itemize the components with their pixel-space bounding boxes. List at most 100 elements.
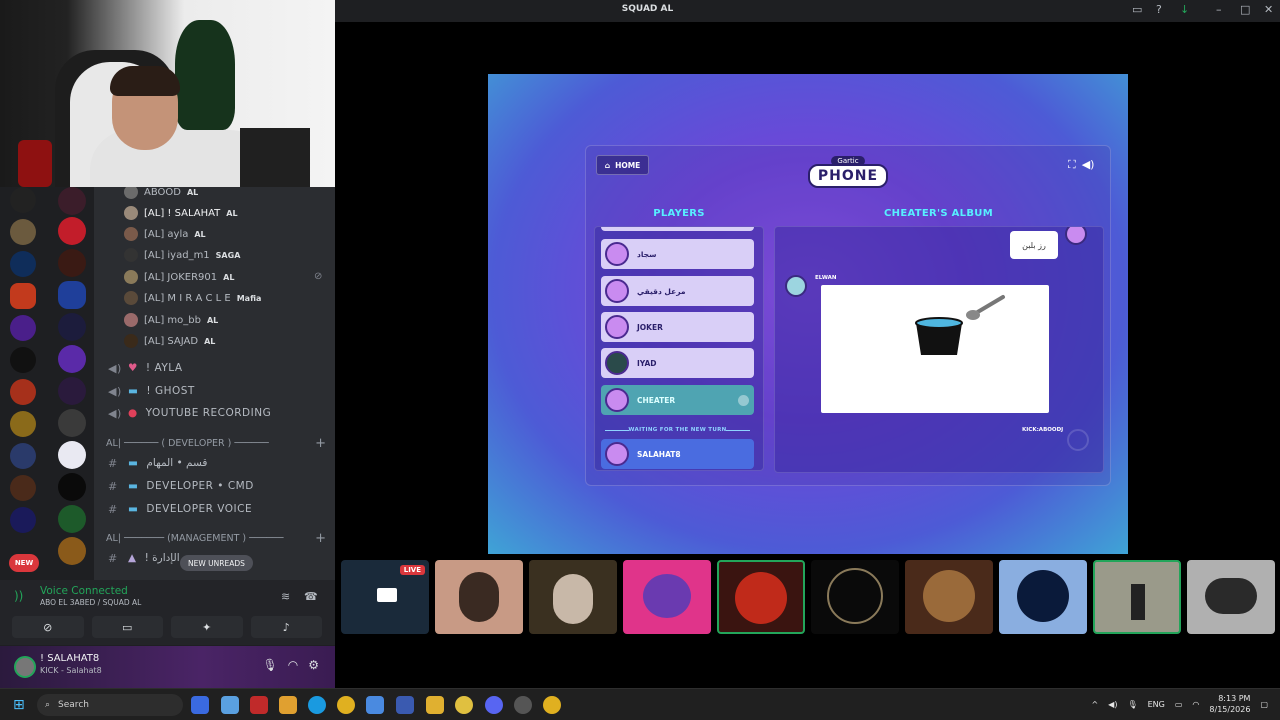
inbox-icon[interactable]: ▭ xyxy=(1132,3,1142,16)
player-avatar xyxy=(605,242,629,266)
microphone-icon[interactable]: 🎙 xyxy=(1127,700,1137,709)
app-icon[interactable] xyxy=(191,696,209,714)
headphones-icon[interactable]: ◠ xyxy=(288,658,298,672)
volume-icon[interactable]: ◀) xyxy=(1108,700,1117,709)
microphone-icon[interactable]: 🎙 xyxy=(263,658,278,672)
discord-icon[interactable] xyxy=(485,696,503,714)
screen-share-button[interactable]: ▭ xyxy=(91,616,163,638)
new-unreads-pill[interactable]: NEW UNREADS xyxy=(180,555,253,571)
notification-icon[interactable]: ▢ xyxy=(1260,700,1268,709)
language-indicator[interactable]: ENG xyxy=(1148,700,1165,709)
voice-user[interactable]: ABOOD AL xyxy=(124,187,198,202)
voice-user[interactable]: [AL] M I R A C L E Mafia xyxy=(124,288,261,308)
text-channel[interactable]: # ▬ قسم • المهام xyxy=(108,453,207,473)
voice-user-name: [AL] iyad_m1 xyxy=(144,249,210,261)
server-icon[interactable] xyxy=(10,187,36,213)
server-icon[interactable] xyxy=(58,537,86,565)
stream-tile-live[interactable]: LIVE xyxy=(341,560,429,634)
minimize-icon[interactable]: – xyxy=(1216,3,1222,16)
server-icon-active[interactable] xyxy=(58,281,86,309)
server-icon[interactable] xyxy=(10,315,36,341)
chrome-icon[interactable] xyxy=(337,696,355,714)
avatar[interactable] xyxy=(14,656,36,678)
windows-start-icon[interactable]: ⊞ xyxy=(13,697,25,713)
close-icon[interactable]: ✕ xyxy=(1264,3,1273,16)
app-icon[interactable] xyxy=(455,696,473,714)
text-channel[interactable]: # ▬ DEVELOPER • CMD xyxy=(108,476,254,496)
file-explorer-icon[interactable] xyxy=(426,696,444,714)
category-developer[interactable]: AL| ────── ( DEVELOPER ) ────── + xyxy=(106,435,326,451)
clock[interactable]: 8:13 PM 8/15/2026 xyxy=(1209,693,1250,715)
help-icon[interactable]: ? xyxy=(1156,3,1162,16)
edge-icon[interactable] xyxy=(308,696,326,714)
fullscreen-icon[interactable]: ⛶ xyxy=(1068,158,1076,172)
role-badge: Mafia xyxy=(236,293,262,303)
server-icon[interactable] xyxy=(58,249,86,277)
download-icon[interactable]: ↓ xyxy=(1180,3,1189,16)
store-icon[interactable] xyxy=(279,696,297,714)
add-channel-icon[interactable]: + xyxy=(315,436,326,451)
server-icon[interactable] xyxy=(10,507,36,533)
participant-tile[interactable] xyxy=(1187,560,1275,634)
display-icon[interactable]: ▭ xyxy=(1175,700,1183,709)
soundboard-button[interactable]: ♪ xyxy=(250,616,322,638)
text-channel[interactable]: # ▲ ! الإدارة xyxy=(108,548,180,568)
category-management[interactable]: AL| ─────── (MANAGEMENT ) ────── + xyxy=(106,530,326,546)
app-icon[interactable] xyxy=(366,696,384,714)
disconnect-icon[interactable]: ☎ xyxy=(304,590,318,603)
add-channel-icon[interactable]: + xyxy=(315,531,326,546)
text-channel[interactable]: # ▬ DEVELOPER VOICE xyxy=(108,499,252,519)
webcam-plant xyxy=(175,20,235,130)
server-icon[interactable] xyxy=(58,187,86,215)
server-icon[interactable] xyxy=(58,217,86,245)
participant-tile[interactable] xyxy=(623,560,711,634)
server-icon[interactable] xyxy=(10,219,36,245)
participant-tile-speaking[interactable] xyxy=(717,560,805,634)
server-icon[interactable] xyxy=(10,379,36,405)
server-icon[interactable] xyxy=(10,475,36,501)
server-icon[interactable] xyxy=(10,443,36,469)
participant-tile[interactable] xyxy=(811,560,899,634)
chrome-icon[interactable] xyxy=(543,696,561,714)
app-icon[interactable] xyxy=(250,696,268,714)
participant-tile[interactable] xyxy=(999,560,1087,634)
activities-button[interactable]: ✦ xyxy=(171,616,243,638)
participant-tile[interactable] xyxy=(529,560,617,634)
server-icon[interactable] xyxy=(10,251,36,277)
participant-tile[interactable] xyxy=(905,560,993,634)
voice-user[interactable]: [AL] mo_bb AL xyxy=(124,310,218,330)
server-icon[interactable] xyxy=(58,377,86,405)
voice-user[interactable]: [AL] JOKER901 AL xyxy=(124,267,234,287)
chevron-up-icon[interactable]: ^ xyxy=(1091,700,1098,709)
app-icon[interactable] xyxy=(221,696,239,714)
maximize-icon[interactable]: □ xyxy=(1240,3,1250,16)
app-icon[interactable] xyxy=(514,696,532,714)
voice-channel-youtube-recording[interactable]: ◀) ● YOUTUBE RECORDING xyxy=(108,403,271,423)
server-icon[interactable] xyxy=(58,313,86,341)
channel-list: ABOOD AL [AL] ! SALAHAT AL [AL] ayla AL [AL… xyxy=(94,187,335,580)
server-icon[interactable] xyxy=(58,505,86,533)
voice-user[interactable]: [AL] ! SALAHAT AL xyxy=(124,203,238,223)
camera-off-button[interactable]: ⊘ xyxy=(12,616,84,638)
voice-channel-ayla[interactable]: ◀) ♥ ! AYLA xyxy=(108,358,183,378)
server-icon[interactable] xyxy=(10,347,36,373)
voice-user[interactable]: [AL] SAJAD AL xyxy=(124,331,215,351)
voice-user[interactable]: [AL] ayla AL xyxy=(124,224,206,244)
taskbar-search[interactable]: ⌕ Search xyxy=(37,694,183,716)
server-icon[interactable] xyxy=(58,409,86,437)
participant-tile-speaking[interactable] xyxy=(1093,560,1181,634)
gear-icon[interactable]: ⚙ xyxy=(308,658,319,672)
server-icon[interactable] xyxy=(58,441,86,469)
volume-icon[interactable]: ◀) xyxy=(1082,158,1095,172)
voice-channel-ghost[interactable]: ◀) ▬ ! GHOST xyxy=(108,381,195,401)
server-icon[interactable] xyxy=(58,345,86,373)
wifi-icon[interactable]: ◠ xyxy=(1192,700,1199,709)
server-icon[interactable] xyxy=(58,473,86,501)
server-icon[interactable] xyxy=(10,283,36,309)
app-icon[interactable] xyxy=(396,696,414,714)
noise-suppression-icon[interactable]: ≋ xyxy=(281,590,290,603)
home-button[interactable]: ⌂ HOME xyxy=(596,155,649,175)
server-icon[interactable] xyxy=(10,411,36,437)
voice-user[interactable]: [AL] iyad_m1 SAGA xyxy=(124,245,240,265)
participant-tile[interactable] xyxy=(435,560,523,634)
